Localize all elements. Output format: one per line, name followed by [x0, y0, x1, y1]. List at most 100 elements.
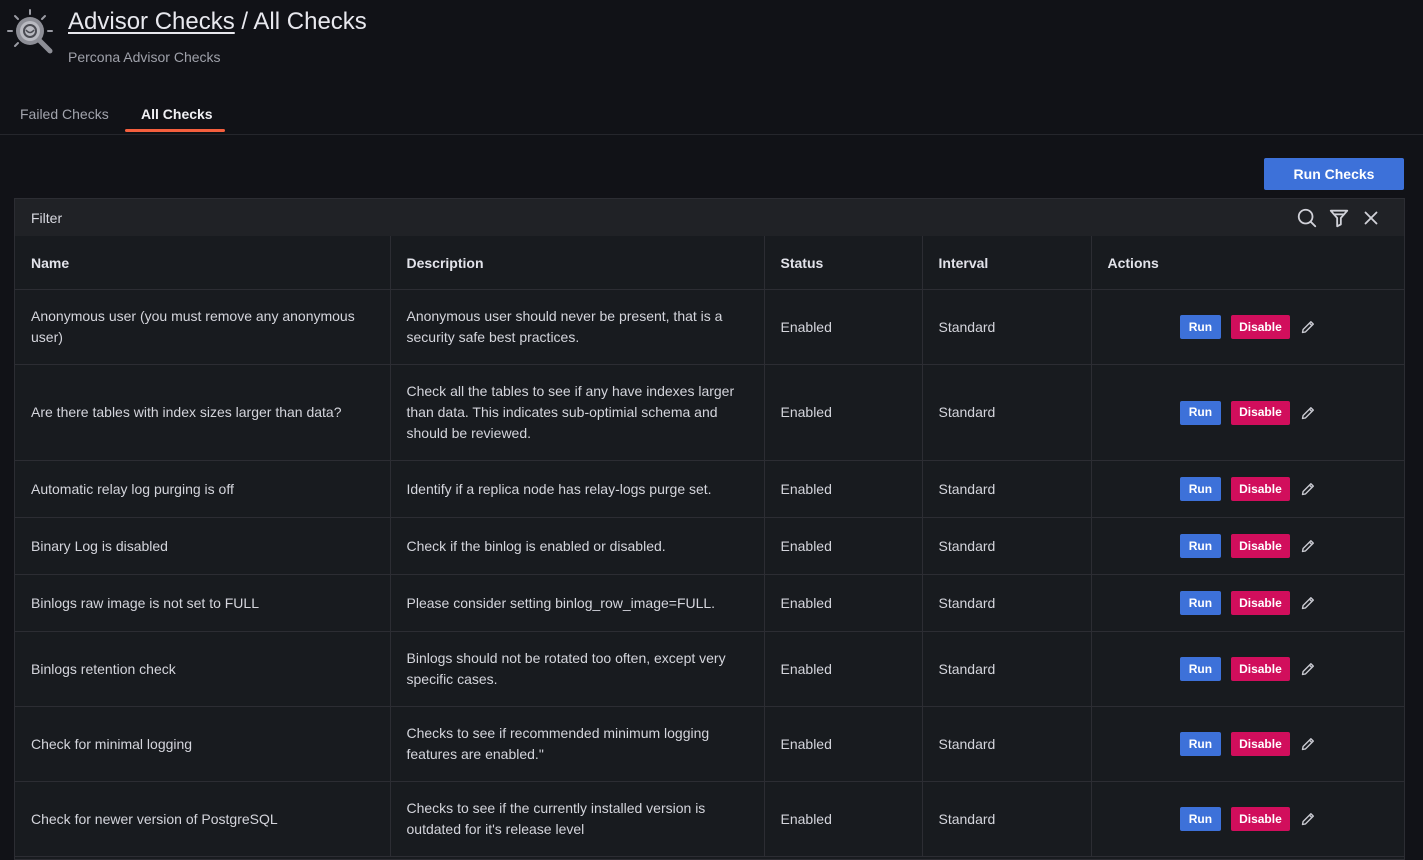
cell-interval: Standard: [922, 517, 1092, 575]
table-header-row: Name Description Status Interval Actions: [15, 236, 1404, 290]
column-header-status: Status: [764, 236, 923, 290]
cell-status: Enabled: [764, 460, 923, 518]
edit-icon[interactable]: [1300, 595, 1316, 611]
cell-status: Enabled: [764, 517, 923, 575]
column-header-interval: Interval: [922, 236, 1092, 290]
column-header-description: Description: [390, 236, 765, 290]
filter-bar: Filter: [15, 199, 1404, 237]
row-actions: Run Disable: [1108, 807, 1389, 831]
cell-actions: Run Disable: [1091, 781, 1404, 857]
cell-status: Enabled: [764, 574, 923, 632]
page-title: Advisor Checks / All Checks: [68, 8, 367, 36]
cell-interval: Standard: [922, 364, 1092, 461]
cell-description: Check all the tables to see if any have …: [390, 364, 765, 461]
cell-actions: Run Disable: [1091, 364, 1404, 461]
cell-description: Check if the binlog is enabled or disabl…: [390, 517, 765, 575]
edit-icon[interactable]: [1300, 481, 1316, 497]
disable-check-button[interactable]: Disable: [1231, 315, 1290, 339]
table-row: Anonymous user (you must remove any anon…: [15, 289, 1404, 365]
cell-description: Anonymous user should never be present, …: [390, 289, 765, 365]
cell-name: Are there tables with index sizes larger…: [15, 364, 391, 461]
advisor-logo-icon: [7, 9, 53, 54]
run-check-button[interactable]: Run: [1179, 477, 1222, 501]
edit-icon[interactable]: [1300, 405, 1316, 421]
run-check-button[interactable]: Run: [1179, 315, 1222, 339]
cell-name: Binlogs retention check: [15, 631, 391, 707]
run-check-button[interactable]: Run: [1179, 807, 1222, 831]
cell-actions: Run Disable: [1091, 460, 1404, 518]
row-actions: Run Disable: [1108, 477, 1389, 501]
filter-icon[interactable]: [1328, 207, 1350, 229]
cell-description: Please consider setting binlog_row_image…: [390, 574, 765, 632]
row-actions: Run Disable: [1108, 315, 1389, 339]
edit-icon[interactable]: [1300, 319, 1316, 335]
cell-interval: Standard: [922, 574, 1092, 632]
cell-name: Automatic relay log purging is off: [15, 460, 391, 518]
cell-status: Enabled: [764, 706, 923, 782]
row-actions: Run Disable: [1108, 657, 1389, 681]
run-check-button[interactable]: Run: [1179, 591, 1222, 615]
cell-name: Binlogs raw image is not set to FULL: [15, 574, 391, 632]
row-actions: Run Disable: [1108, 591, 1389, 615]
active-tab-indicator: [125, 129, 225, 132]
cell-status: Enabled: [764, 364, 923, 461]
close-icon[interactable]: [1360, 207, 1382, 229]
table-row: Binary Log is disabled Check if the binlo…: [15, 517, 1404, 575]
disable-check-button[interactable]: Disable: [1231, 477, 1290, 501]
run-check-button[interactable]: Run: [1179, 534, 1222, 558]
column-header-name: Name: [15, 236, 391, 290]
column-header-actions: Actions: [1091, 236, 1404, 290]
filter-label: Filter: [31, 210, 63, 226]
breadcrumb-advisor-checks-link[interactable]: Advisor Checks: [68, 8, 235, 35]
cell-status: Enabled: [764, 289, 923, 365]
page-subtitle: Percona Advisor Checks: [68, 49, 221, 65]
search-icon[interactable]: [1296, 207, 1318, 229]
table-row: Check for minimal logging Checks to see i…: [15, 706, 1404, 782]
cell-description: Checks to see if recommended minimum log…: [390, 706, 765, 782]
checks-table-panel: Filter Name Description Status Interval …: [14, 198, 1405, 860]
breadcrumb-current: All Checks: [253, 8, 367, 35]
cell-status: Enabled: [764, 781, 923, 857]
disable-check-button[interactable]: Disable: [1231, 657, 1290, 681]
table-row: Are there tables with index sizes larger…: [15, 364, 1404, 461]
cell-description: Binlogs should not be rotated too often,…: [390, 631, 765, 707]
checks-table: Name Description Status Interval Actions…: [15, 236, 1404, 857]
edit-icon[interactable]: [1300, 538, 1316, 554]
page-header: Advisor Checks / All Checks Percona Advi…: [0, 0, 1423, 135]
cell-name: Anonymous user (you must remove any anon…: [15, 289, 391, 365]
cell-name: Binary Log is disabled: [15, 517, 391, 575]
cell-interval: Standard: [922, 706, 1092, 782]
row-actions: Run Disable: [1108, 534, 1389, 558]
cell-actions: Run Disable: [1091, 631, 1404, 707]
run-check-button[interactable]: Run: [1179, 657, 1222, 681]
row-actions: Run Disable: [1108, 400, 1389, 425]
row-actions: Run Disable: [1108, 732, 1389, 756]
cell-description: Checks to see if the currently installed…: [390, 781, 765, 857]
cell-status: Enabled: [764, 631, 923, 707]
run-check-button[interactable]: Run: [1179, 732, 1222, 756]
edit-icon[interactable]: [1300, 736, 1316, 752]
cell-name: Check for newer version of PostgreSQL: [15, 781, 391, 857]
disable-check-button[interactable]: Disable: [1231, 400, 1290, 425]
run-checks-button[interactable]: Run Checks: [1264, 158, 1404, 190]
table-row: Binlogs raw image is not set to FULL Plea…: [15, 574, 1404, 632]
run-check-button[interactable]: Run: [1179, 400, 1222, 425]
tab-all-checks[interactable]: All Checks: [141, 106, 213, 122]
cell-description: Identify if a replica node has relay-log…: [390, 460, 765, 518]
cell-actions: Run Disable: [1091, 706, 1404, 782]
table-row: Binlogs retention check Binlogs should no…: [15, 631, 1404, 707]
cell-interval: Standard: [922, 631, 1092, 707]
table-row: Automatic relay log purging is off Identi…: [15, 460, 1404, 518]
disable-check-button[interactable]: Disable: [1231, 591, 1290, 615]
disable-check-button[interactable]: Disable: [1231, 534, 1290, 558]
cell-actions: Run Disable: [1091, 574, 1404, 632]
disable-check-button[interactable]: Disable: [1231, 807, 1290, 831]
breadcrumb-separator: /: [234, 8, 254, 35]
cell-actions: Run Disable: [1091, 517, 1404, 575]
edit-icon[interactable]: [1300, 811, 1316, 827]
cell-interval: Standard: [922, 781, 1092, 857]
tab-failed-checks[interactable]: Failed Checks: [20, 106, 109, 122]
edit-icon[interactable]: [1300, 661, 1316, 677]
cell-actions: Run Disable: [1091, 289, 1404, 365]
disable-check-button[interactable]: Disable: [1231, 732, 1290, 756]
